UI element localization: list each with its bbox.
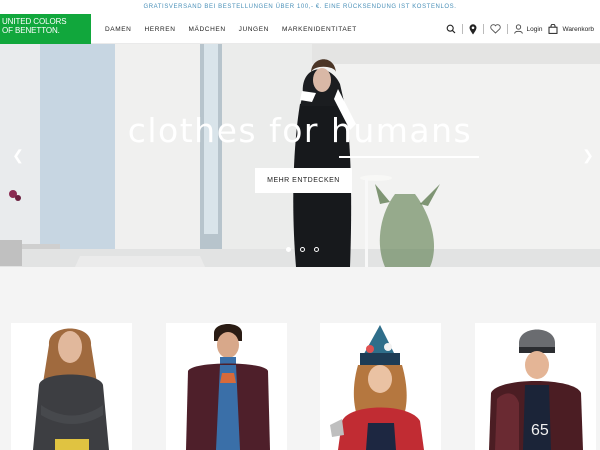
- product-card-jungen[interactable]: 65: [475, 323, 596, 450]
- product-image-maedchen: [320, 323, 441, 450]
- hero-image: [0, 44, 600, 267]
- product-image-damen: [11, 323, 132, 450]
- login-link[interactable]: Login: [513, 24, 543, 34]
- carousel-dot-1[interactable]: [286, 247, 291, 252]
- promo-text: GRATISVERSAND BEI BESTELLUNGEN ÜBER 100,…: [143, 4, 457, 10]
- discover-more-button[interactable]: MEHR ENTDECKEN: [255, 168, 352, 193]
- brand-logo-line1: UNITED COLORS: [2, 17, 67, 26]
- nav-item-markenidentitaet[interactable]: MARKENIDENTITAET: [282, 26, 357, 33]
- hero-carousel: clothes for humans MEHR ENTDECKEN ❮ ❯: [0, 44, 600, 267]
- brand-logo[interactable]: UNITED COLORS OF BENETTON.: [0, 14, 91, 44]
- carousel-dot-3[interactable]: [314, 247, 319, 252]
- category-cards: 65: [0, 267, 600, 450]
- main-navigation: UNITED COLORS OF BENETTON. DAMEN HERREN …: [0, 14, 600, 44]
- carousel-dot-2[interactable]: [300, 247, 305, 252]
- search-icon[interactable]: [446, 24, 456, 34]
- map-pin-icon[interactable]: [469, 23, 477, 35]
- category-menu: DAMEN HERREN MÄDCHEN JUNGEN MARKENIDENTI…: [105, 14, 357, 44]
- nav-item-jungen[interactable]: JUNGEN: [239, 26, 269, 33]
- user-icon: [513, 24, 523, 34]
- divider: [482, 24, 484, 34]
- nav-item-maedchen[interactable]: MÄDCHEN: [189, 26, 226, 33]
- brand-logo-line2: OF BENETTON.: [2, 26, 60, 35]
- carousel-dots: [286, 247, 319, 252]
- nav-item-damen[interactable]: DAMEN: [105, 26, 131, 33]
- hero-title-underline: [339, 156, 479, 158]
- product-image-jungen: 65: [475, 323, 596, 450]
- product-card-maedchen[interactable]: [320, 323, 441, 450]
- divider: [461, 24, 463, 34]
- product-card-herren[interactable]: [166, 323, 287, 450]
- svg-text:65: 65: [531, 422, 549, 439]
- hero-title: clothes for humans: [127, 111, 473, 150]
- carousel-prev-arrow-icon[interactable]: ❮: [12, 148, 24, 162]
- heart-icon[interactable]: [489, 24, 501, 34]
- divider: [506, 24, 508, 34]
- header-tools: Login Warenkorb: [446, 14, 594, 44]
- product-image-herren: [166, 323, 287, 450]
- login-label: Login: [526, 25, 543, 33]
- promo-banner: GRATISVERSAND BEI BESTELLUNGEN ÜBER 100,…: [0, 0, 600, 14]
- nav-item-herren[interactable]: HERREN: [144, 26, 175, 33]
- cart-label: Warenkorb: [562, 25, 594, 33]
- cart-link[interactable]: Warenkorb: [548, 24, 594, 34]
- bag-icon: [548, 24, 558, 34]
- carousel-next-arrow-icon[interactable]: ❯: [582, 148, 594, 162]
- product-card-damen[interactable]: [11, 323, 132, 450]
